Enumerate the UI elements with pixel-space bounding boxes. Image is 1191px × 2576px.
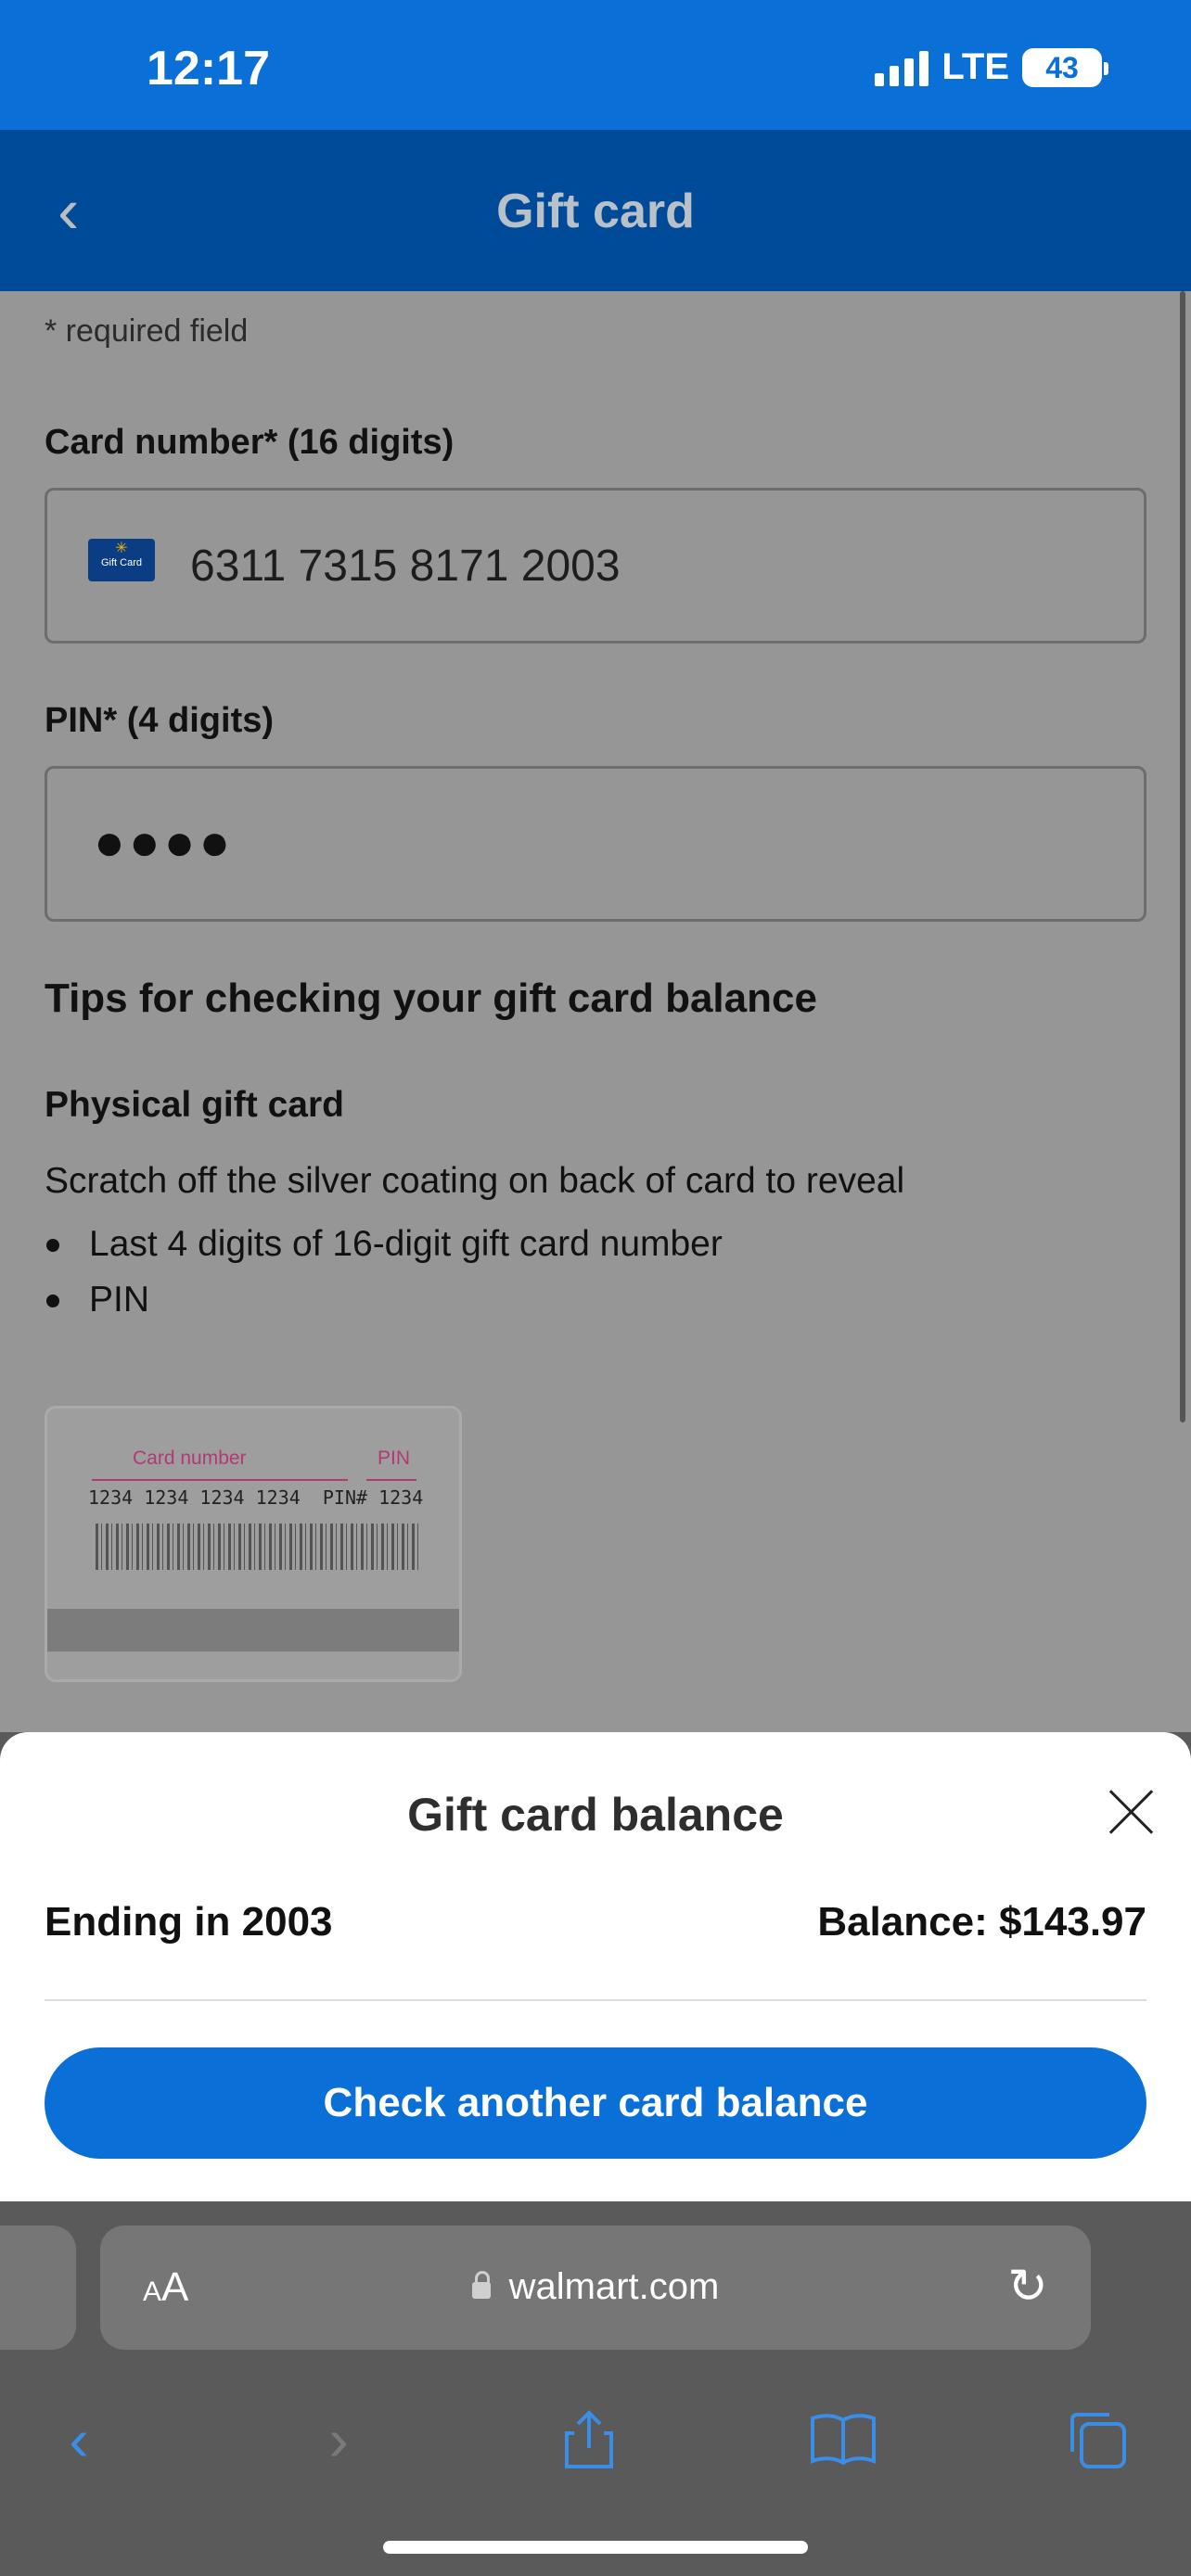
card-ending: Ending in 2003 [45, 1899, 333, 1945]
check-another-balance-button[interactable]: Check another card balance [45, 2047, 1146, 2159]
page-title: Gift card [496, 185, 695, 238]
tabs-icon[interactable] [1056, 2398, 1139, 2481]
sheet-title: Gift card balance [407, 1789, 784, 1841]
divider [45, 1999, 1146, 2001]
illustration-pin-label: PIN [378, 1447, 411, 1469]
address-bar[interactable]: AA walmart.com ↻ [100, 2225, 1091, 2350]
physical-card-title: Physical gift card [45, 1085, 344, 1125]
status-bar: 12:17 LTE 43 [0, 0, 1191, 130]
required-field-note: * required field [45, 313, 249, 349]
tips-list: Last 4 digits of 16-digit gift card numb… [45, 1217, 723, 1328]
browser-toolbar: ‹ › [0, 2374, 1191, 2504]
close-icon[interactable] [1106, 1786, 1158, 1838]
pin-label: PIN* (4 digits) [45, 701, 275, 740]
scrollbar[interactable] [1180, 291, 1185, 1422]
share-icon[interactable] [547, 2398, 631, 2481]
nav-bar: ‹ Gift card [0, 130, 1191, 291]
illustration-digits: 1234 1234 1234 1234 PIN# 1234 [88, 1486, 424, 1509]
illustration-divider [92, 1479, 348, 1481]
status-time: 12:17 [147, 42, 270, 96]
gift-card-icon-text: Gift Card [100, 557, 142, 568]
card-number-label: Card number* (16 digits) [45, 423, 455, 462]
url-display: walmart.com [100, 2266, 1091, 2308]
card-balance: Balance: $143.97 [817, 1899, 1146, 1945]
previous-tab[interactable] [0, 2225, 76, 2350]
lock-icon [471, 2271, 491, 2299]
network-type: LTE [941, 46, 1009, 87]
balance-sheet: Gift card balance Ending in 2003 Balance… [0, 1732, 1191, 2201]
tips-body: Scratch off the silver coating on back o… [45, 1161, 905, 1201]
barcode-icon [96, 1524, 420, 1570]
back-icon[interactable]: ‹ [37, 2398, 121, 2481]
browser-chrome: AA walmart.com ↻ ‹ › [0, 2201, 1191, 2576]
home-indicator[interactable] [383, 2541, 808, 2554]
list-item: Last 4 digits of 16-digit gift card numb… [45, 1217, 723, 1272]
card-back-illustration: Card number PIN 1234 1234 1234 1234 PIN#… [45, 1406, 462, 1682]
url-text: walmart.com [508, 2266, 720, 2307]
forward-icon[interactable]: › [297, 2398, 380, 2481]
signal-icon [875, 49, 929, 86]
pin-field[interactable]: ●●●● [45, 766, 1146, 922]
pin-value: ●●●● [94, 812, 235, 871]
page-content: * required field Card number* (16 digits… [0, 291, 1191, 1732]
card-number-value: 6311 7315 8171 2003 [190, 542, 621, 591]
illustration-card-number-label: Card number [133, 1447, 247, 1469]
list-item: PIN [45, 1272, 723, 1328]
bookmarks-icon[interactable] [801, 2398, 885, 2481]
scratch-stripe [47, 1609, 459, 1651]
card-number-field[interactable]: ✳ Gift Card 6311 7315 8171 2003 [45, 488, 1146, 644]
status-indicators: LTE 43 [875, 46, 1108, 88]
illustration-divider [366, 1479, 416, 1481]
tips-title: Tips for checking your gift card balance [45, 976, 817, 1021]
reload-icon[interactable]: ↻ [1002, 2261, 1054, 2313]
battery-icon: 43 [1022, 47, 1108, 87]
gift-card-icon: ✳ Gift Card [88, 539, 155, 581]
